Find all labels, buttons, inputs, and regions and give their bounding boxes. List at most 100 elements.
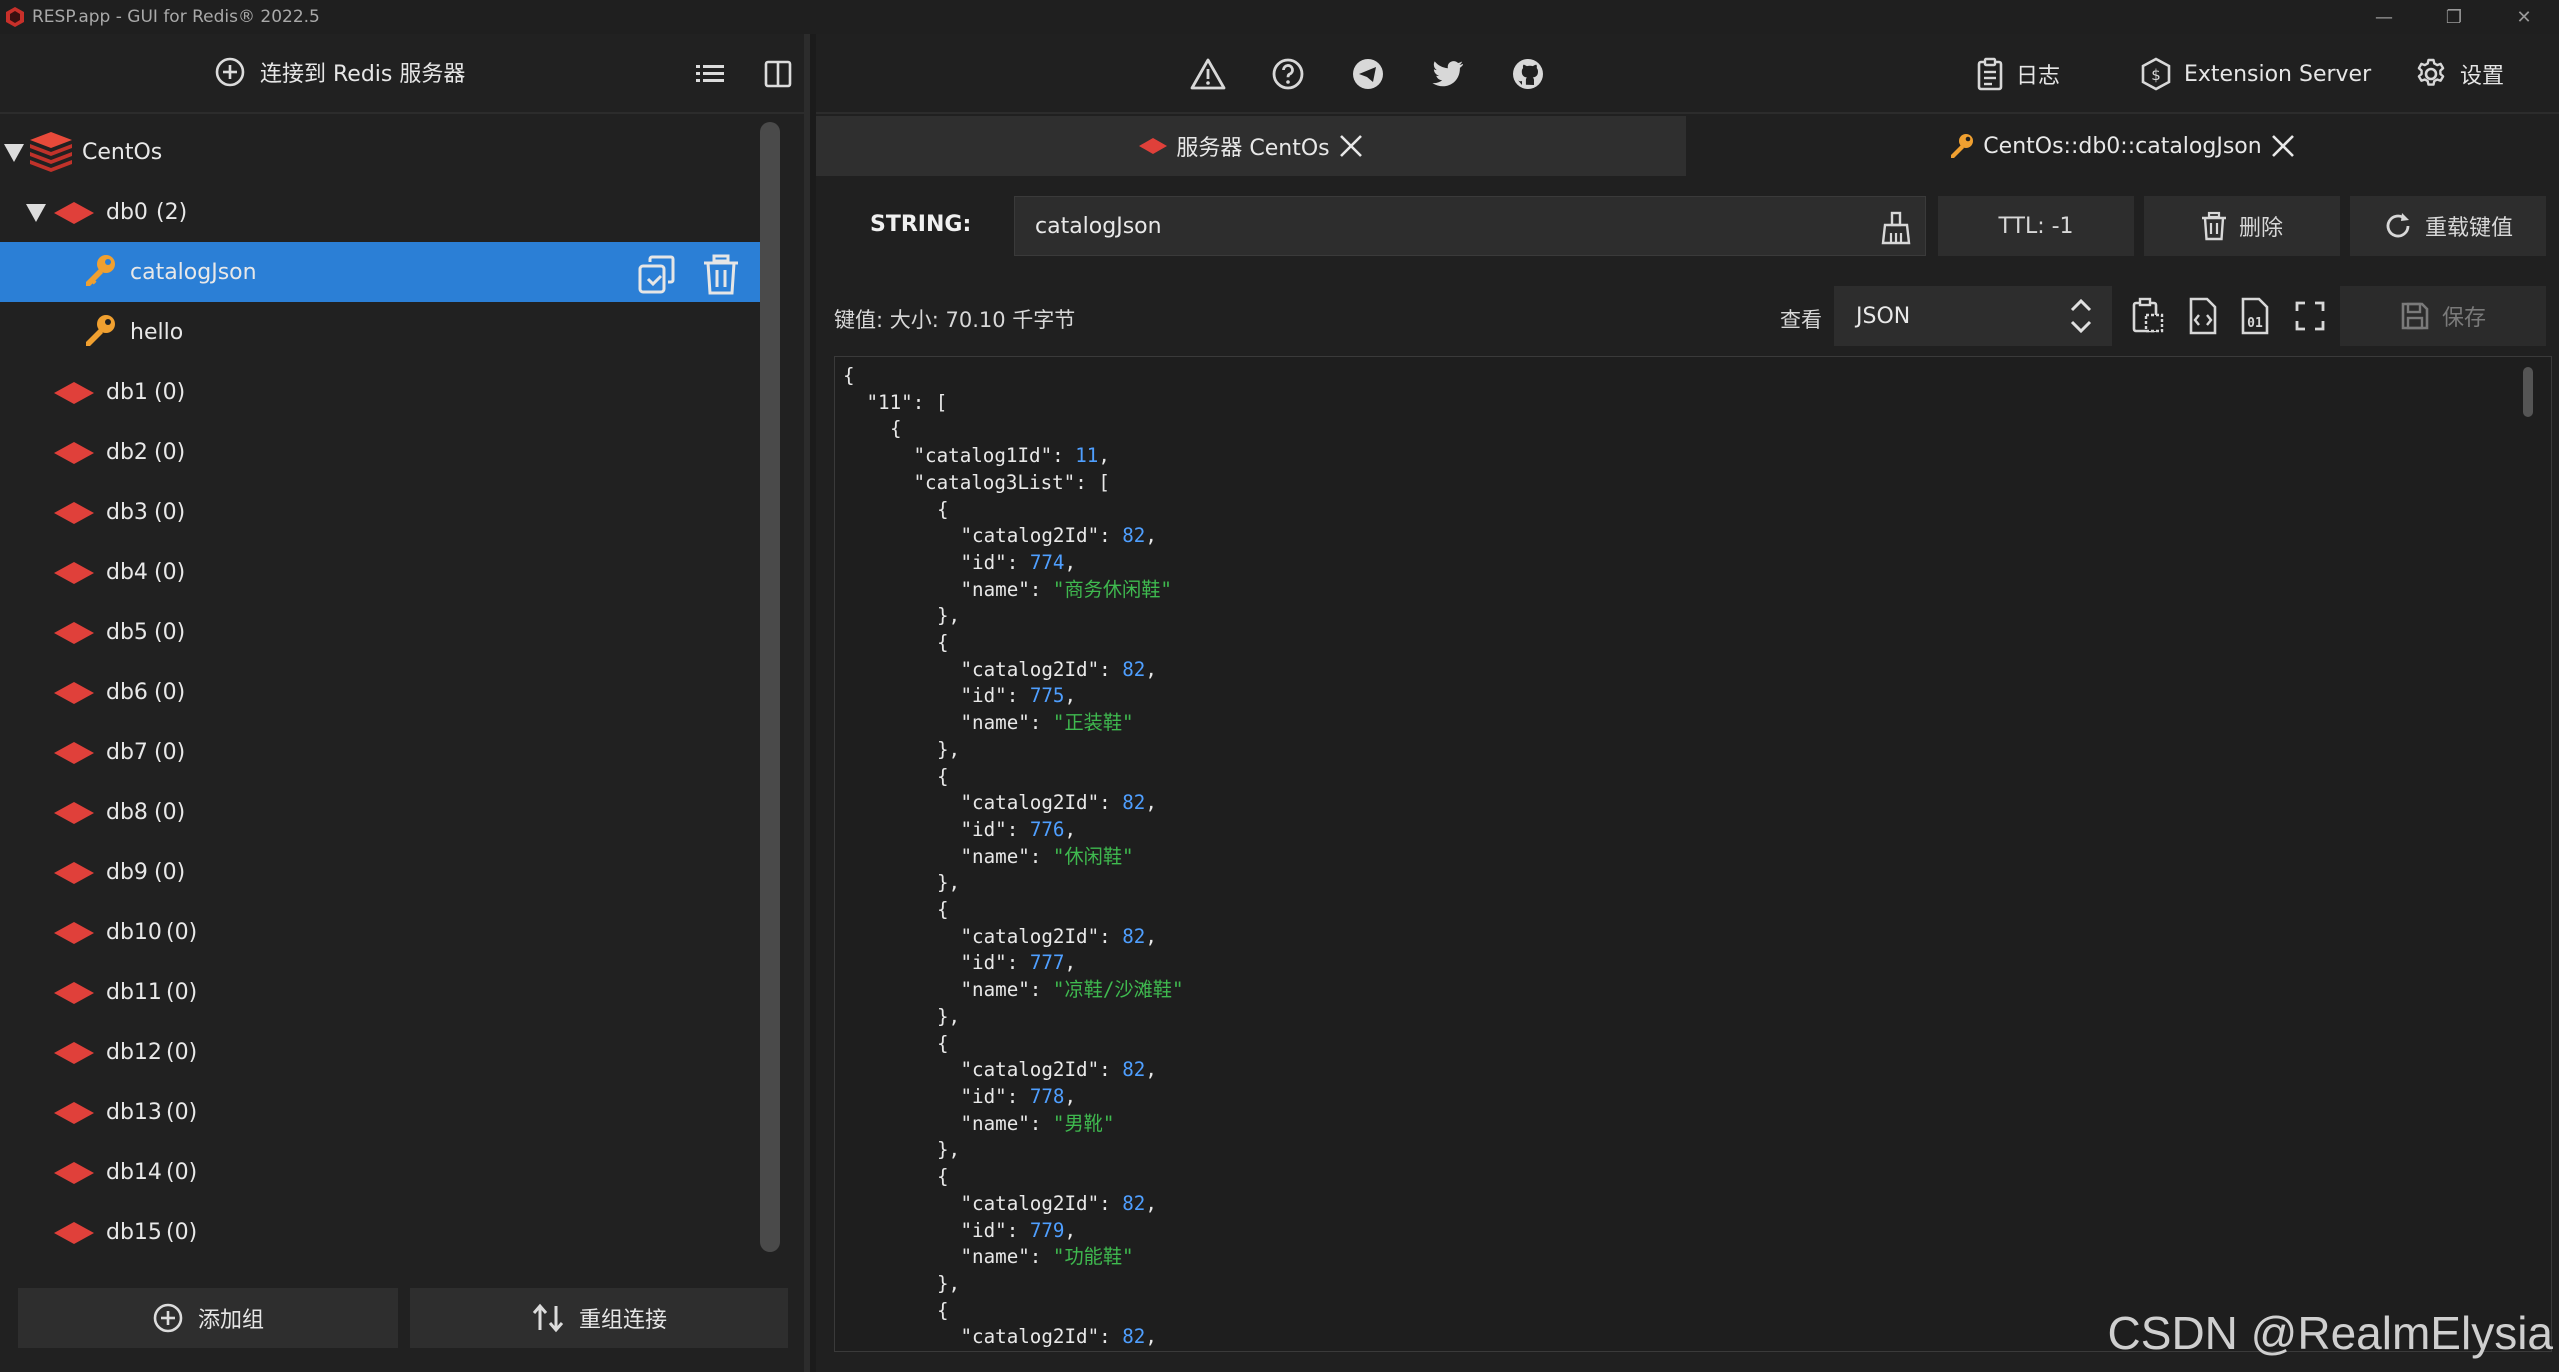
github-icon: [1513, 59, 1543, 89]
database-icon: [54, 682, 94, 704]
format-code-button[interactable]: [2182, 296, 2222, 336]
tree-key-row-selected[interactable]: catalogJson: [0, 242, 770, 302]
binary-view-button[interactable]: 01: [2236, 296, 2276, 336]
ttl-button[interactable]: TTL: -1: [1938, 196, 2134, 256]
db-key-count: (0): [154, 379, 186, 405]
tree-scrollbar[interactable]: [760, 122, 780, 1252]
ttl-label: TTL: -1: [1998, 213, 2074, 239]
extension-server-button[interactable]: $ Extension Server: [2140, 56, 2371, 92]
reconnect-button[interactable]: 重组连接: [410, 1288, 788, 1348]
json-token: },: [937, 1271, 961, 1295]
expand-arrow-icon[interactable]: [26, 204, 46, 222]
json-token: ,: [1145, 1058, 1157, 1082]
list-view-button[interactable]: [690, 56, 730, 92]
tree-db-row[interactable]: db5 (0): [0, 602, 770, 662]
telegram-button[interactable]: [1348, 54, 1388, 94]
tree-db-row[interactable]: db9 (0): [0, 842, 770, 902]
connect-redis-button[interactable]: 连接到 Redis 服务器: [214, 56, 465, 88]
json-token: "catalog2Id":: [960, 1191, 1123, 1215]
json-token: ,: [1098, 444, 1110, 468]
database-icon: [54, 562, 94, 584]
tree-db-row[interactable]: db14 (0): [0, 1142, 770, 1202]
tree-db-row[interactable]: db15 (0): [0, 1202, 770, 1262]
tree-db-row[interactable]: db4 (0): [0, 542, 770, 602]
tree-db-row[interactable]: db2 (0): [0, 422, 770, 482]
fullscreen-button[interactable]: [2290, 296, 2330, 336]
twitter-button[interactable]: [1428, 54, 1468, 94]
broom-icon[interactable]: [1881, 211, 1911, 245]
title-bar: RESP.app - GUI for Redis® 2022.5 — ❐ ✕: [0, 0, 2559, 34]
code-line: "id": 778,: [843, 1084, 1184, 1111]
db-name: db4: [106, 559, 148, 585]
clipboard-icon: [1977, 57, 2003, 91]
copy-icon[interactable]: [636, 254, 678, 296]
tree-db-row[interactable]: db12 (0): [0, 1022, 770, 1082]
code-line: {: [843, 416, 1184, 443]
tree-key-row[interactable]: hello: [0, 302, 770, 362]
reload-key-button[interactable]: 重载键值: [2350, 196, 2546, 256]
code-line: },: [843, 1137, 1184, 1164]
view-mode-select[interactable]: JSON: [1834, 286, 2112, 346]
code-line: {: [843, 764, 1184, 791]
expand-arrow-icon[interactable]: [4, 144, 24, 162]
tab-server[interactable]: 服务器 CentOs: [816, 116, 1686, 176]
tree-server-centos[interactable]: CentOs: [0, 122, 770, 182]
json-string: "功能鞋": [1052, 1245, 1134, 1269]
minimize-button[interactable]: —: [2349, 0, 2419, 34]
delete-key-button[interactable]: 删除: [2144, 196, 2340, 256]
close-window-button[interactable]: ✕: [2489, 0, 2559, 34]
code-line: "catalog2Id": 82,: [843, 790, 1184, 817]
json-token: "id":: [960, 1218, 1030, 1242]
main-panel: 日志 $ Extension Server 设置 服务器 CentOs Cent…: [816, 34, 2559, 1372]
database-icon: [54, 1042, 94, 1064]
json-value-editor[interactable]: {"11": [{"catalog1Id": 11, "catalog3List"…: [834, 356, 2552, 1352]
add-group-button[interactable]: 添加组: [18, 1288, 398, 1348]
editor-scrollbar[interactable]: [2523, 367, 2533, 417]
json-token: "id":: [960, 550, 1030, 574]
warning-button[interactable]: [1188, 54, 1228, 94]
restore-button[interactable]: ❐: [2419, 0, 2489, 34]
code-line: {: [843, 897, 1184, 924]
db-key-count: (0): [166, 1159, 198, 1185]
db-key-count: (0): [166, 1039, 198, 1065]
code-line: "id": 776,: [843, 817, 1184, 844]
help-button[interactable]: [1268, 54, 1308, 94]
json-token: "catalog2Id":: [960, 524, 1123, 548]
tree-db-row[interactable]: db11 (0): [0, 962, 770, 1022]
settings-button[interactable]: 设置: [2414, 56, 2504, 92]
db-name: db15: [106, 1219, 162, 1245]
json-token: },: [937, 604, 961, 628]
json-number: 777: [1029, 951, 1065, 975]
json-token: ,: [1064, 817, 1077, 841]
log-button[interactable]: 日志: [1976, 56, 2060, 92]
tree-db-row[interactable]: db6 (0): [0, 662, 770, 722]
tree-db-row[interactable]: db3 (0): [0, 482, 770, 542]
key-name-value: catalogJson: [1035, 213, 1162, 239]
split-view-button[interactable]: [758, 56, 798, 92]
close-icon[interactable]: [2270, 133, 2296, 159]
json-token: ,: [1145, 924, 1157, 948]
copy-value-button[interactable]: [2128, 296, 2168, 336]
add-group-label: 添加组: [197, 1308, 264, 1333]
tab-key-catalogjson[interactable]: CentOs::db0::catalogJson: [1686, 116, 2559, 176]
connect-redis-label: 连接到 Redis 服务器: [260, 62, 466, 87]
svg-text:$: $: [2151, 66, 2161, 84]
save-button[interactable]: 保存: [2340, 286, 2546, 346]
json-number: 82: [1122, 924, 1146, 948]
tree-db-row[interactable]: db1 (0): [0, 362, 770, 422]
json-token: ,: [1064, 550, 1077, 574]
tree-db-row[interactable]: db0 (2): [0, 182, 770, 242]
trash-icon[interactable]: [702, 254, 740, 296]
github-button[interactable]: [1508, 54, 1548, 94]
window-title: RESP.app - GUI for Redis® 2022.5: [32, 7, 320, 27]
db-key-count: (0): [154, 499, 186, 525]
tree-db-row[interactable]: db7 (0): [0, 722, 770, 782]
tree-db-row[interactable]: db10 (0): [0, 902, 770, 962]
tree-db-row[interactable]: db13 (0): [0, 1082, 770, 1142]
db-name: db0: [106, 199, 148, 225]
json-token: ,: [1064, 951, 1077, 975]
tree-db-row[interactable]: db8 (0): [0, 782, 770, 842]
value-size-text: 键值: 大小: 70.10 千字节: [834, 308, 1076, 332]
close-icon[interactable]: [1338, 133, 1364, 159]
key-name-field[interactable]: catalogJson: [1014, 196, 1926, 256]
